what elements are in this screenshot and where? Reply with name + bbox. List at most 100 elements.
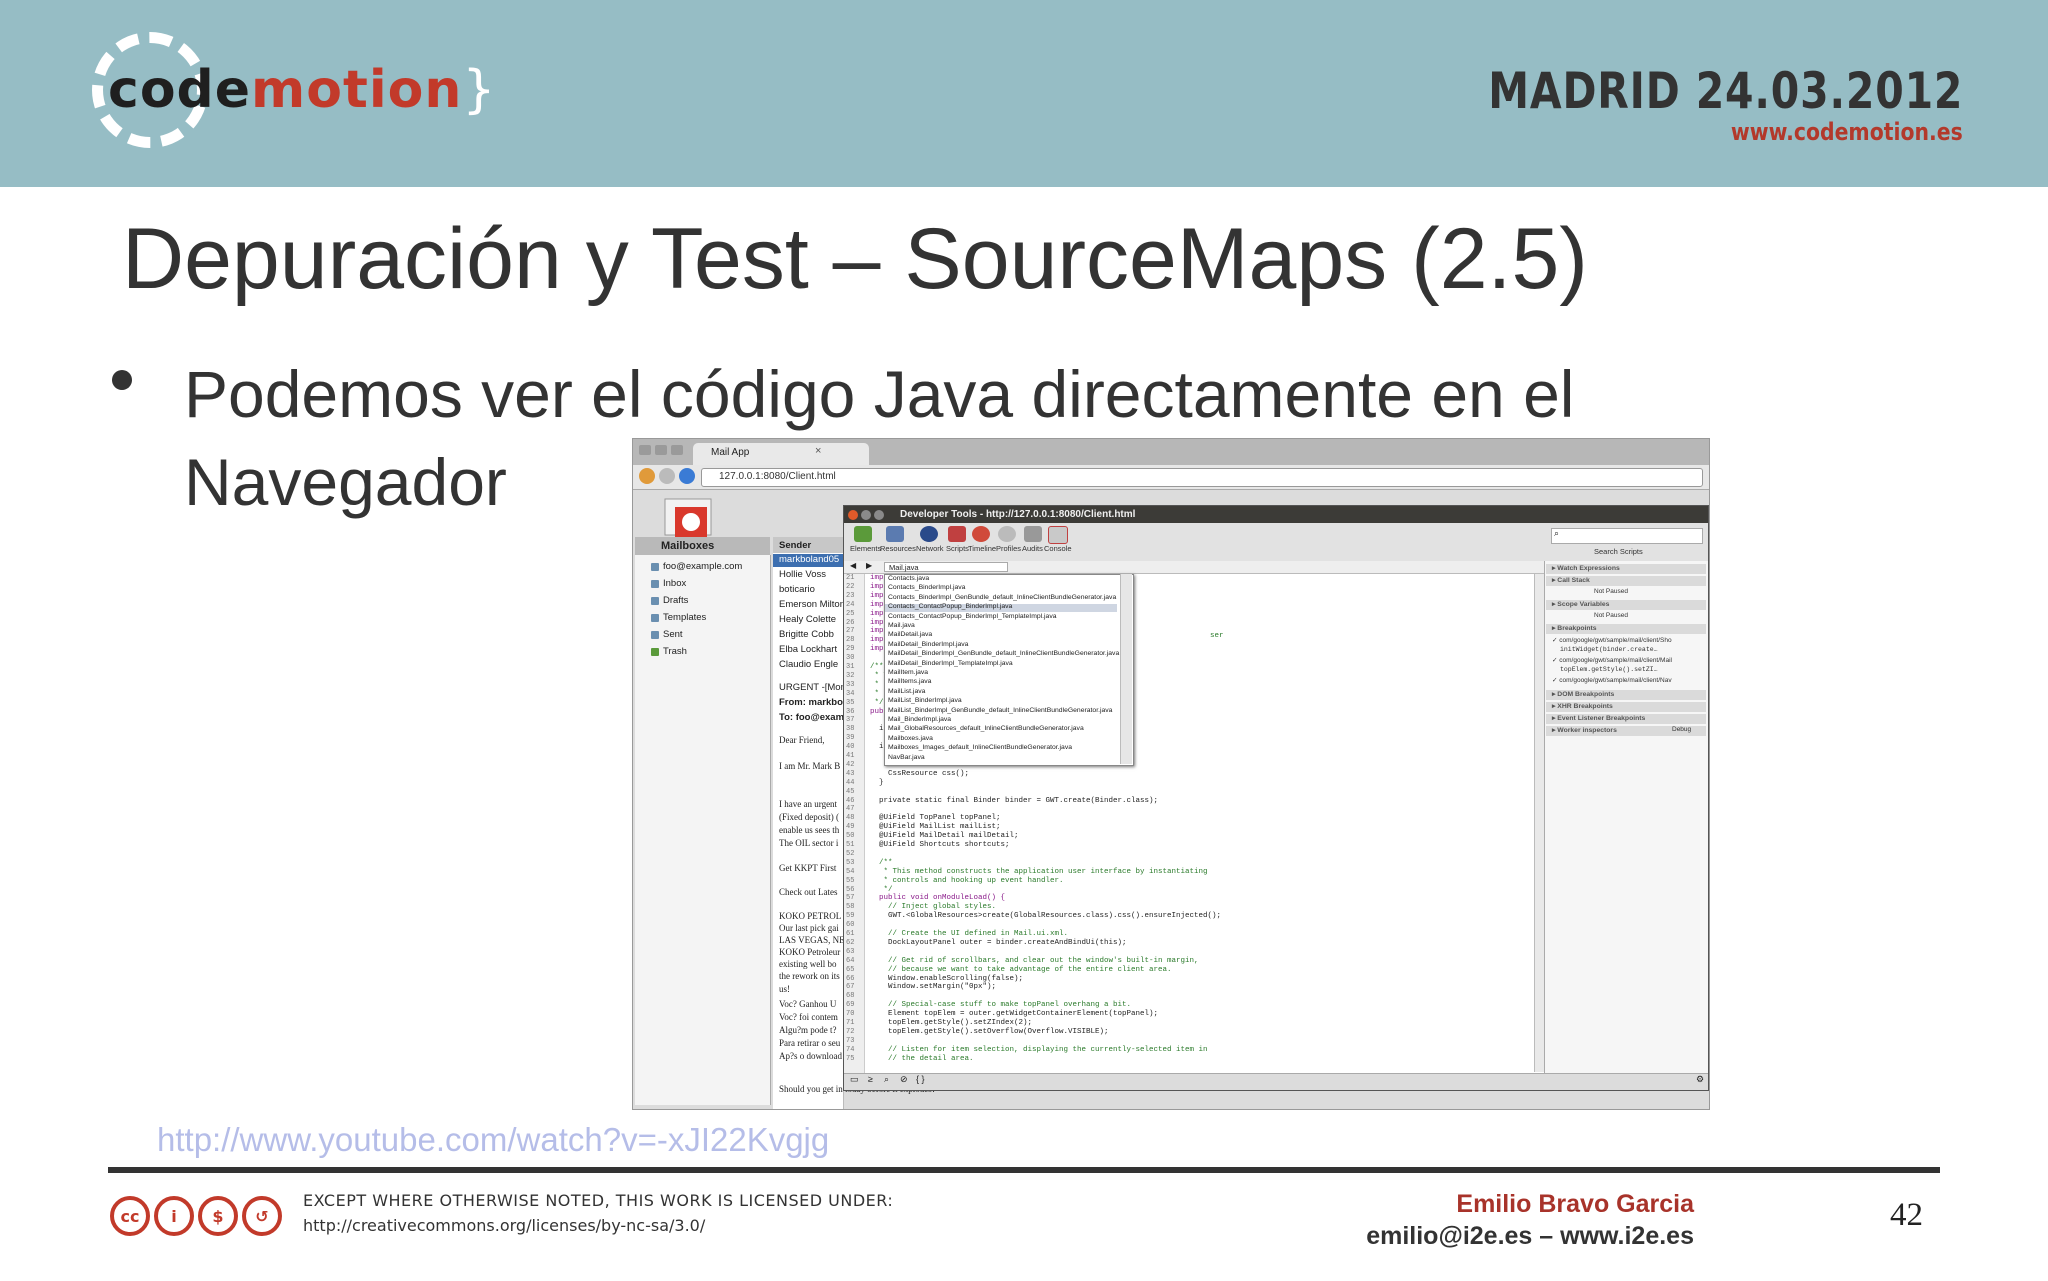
- reload-icon[interactable]: [679, 468, 695, 484]
- breakpoint-entry[interactable]: ✓ com/google/gwt/sample/mail/client/Nav: [1552, 676, 1672, 684]
- file-dropdown-item[interactable]: NavBar.java: [888, 754, 925, 761]
- mailbox-inbox[interactable]: Inbox: [663, 578, 686, 589]
- mailbox-drafts[interactable]: Drafts: [663, 595, 688, 606]
- breakpoint-entry[interactable]: topElem.getStyle().setZI…: [1560, 666, 1658, 673]
- window-close-icon[interactable]: [639, 445, 651, 455]
- file-dropdown-item[interactable]: Mail_GlobalResources_default_InlineClien…: [888, 725, 1084, 732]
- line-number: 44: [846, 778, 855, 787]
- file-dropdown-scrollbar[interactable]: [1120, 574, 1132, 764]
- file-dropdown-item[interactable]: MailList.java: [888, 688, 925, 695]
- settings-gear-icon[interactable]: ⚙: [1696, 1074, 1704, 1085]
- video-link[interactable]: http://www.youtube.com/watch?v=-xJI22Kvg…: [157, 1121, 829, 1159]
- mailbox-templates[interactable]: Templates: [663, 612, 706, 623]
- back-icon[interactable]: [639, 468, 655, 484]
- line-number: 74: [846, 1045, 855, 1054]
- breakpoint-entry[interactable]: ✓ com/google/gwt/sample/mail/client/Mail: [1552, 656, 1672, 664]
- file-dropdown-item[interactable]: MailDetail_BinderImpl.java: [888, 641, 968, 648]
- nav-back-icon[interactable]: ◀: [850, 561, 856, 570]
- debugger-section-header[interactable]: ▸ DOM Breakpoints: [1546, 690, 1706, 700]
- line-number: 54: [846, 867, 855, 876]
- debugger-section-header[interactable]: ▸ Watch Expressions: [1546, 564, 1706, 574]
- console-toggle-icon[interactable]: ≥: [868, 1074, 873, 1084]
- sender-row[interactable]: boticario: [779, 584, 815, 595]
- sender-row[interactable]: Emerson Milton: [779, 599, 845, 610]
- breakpoint-entry[interactable]: initWidget(binder.create…: [1560, 646, 1658, 653]
- scripts-icon[interactable]: [948, 526, 966, 542]
- file-dropdown-item[interactable]: Contacts_ContactPopup_BinderImpl_Templat…: [888, 613, 1057, 620]
- panel-tab-audits[interactable]: Audits: [1022, 544, 1043, 553]
- mailbox-account[interactable]: foo@example.com: [663, 561, 742, 572]
- license-url[interactable]: http://creativecommons.org/licenses/by-n…: [303, 1216, 705, 1235]
- file-dropdown-item[interactable]: Mailboxes.java: [888, 735, 933, 742]
- file-dropdown-item[interactable]: MailList_BinderImpl.java: [888, 697, 962, 704]
- debugger-section-header[interactable]: ▸ Scope Variables: [1546, 600, 1706, 610]
- search-scripts-input[interactable]: [1551, 528, 1703, 544]
- message-line: KOKO PETROL: [779, 911, 842, 921]
- sender-row[interactable]: Brigitte Cobb: [779, 629, 834, 640]
- forward-icon[interactable]: [659, 468, 675, 484]
- breakpoint-entry[interactable]: ✓ com/google/gwt/sample/mail/client/Sho: [1552, 636, 1672, 644]
- file-dropdown-item[interactable]: MailDetail_BinderImpl_TemplateImpl.java: [888, 660, 1013, 667]
- panel-tab-elements[interactable]: Elements: [850, 544, 881, 553]
- script-file-select[interactable]: Mail.java: [884, 562, 1008, 572]
- timeline-icon[interactable]: [972, 526, 990, 542]
- panel-tab-resources[interactable]: Resources: [880, 544, 916, 553]
- file-dropdown-item[interactable]: MailDetail_BinderImpl_GenBundle_default_…: [888, 650, 1119, 657]
- sa-icon: ↺: [242, 1196, 282, 1236]
- search-scripts-label: Search Scripts: [1594, 547, 1643, 556]
- devtools-maximize-icon[interactable]: [874, 510, 884, 520]
- panel-tab-timeline[interactable]: Timeline: [968, 544, 996, 553]
- elements-icon[interactable]: [854, 526, 872, 542]
- devtools-close-icon[interactable]: [848, 510, 858, 520]
- console-icon[interactable]: [1048, 526, 1068, 544]
- tab-close-icon[interactable]: ×: [815, 445, 821, 457]
- message-line: existing well bo: [779, 959, 837, 969]
- network-icon[interactable]: [920, 526, 938, 542]
- search-icon[interactable]: ⌕: [884, 1074, 889, 1085]
- message-line: Get KKPT First: [779, 863, 837, 873]
- sender-column-header[interactable]: Sender: [773, 537, 843, 553]
- file-dropdown-item[interactable]: MailItems.java: [888, 678, 931, 685]
- nav-forward-icon[interactable]: ▶: [866, 561, 872, 570]
- debugger-section-header[interactable]: ▸ XHR Breakpoints: [1546, 702, 1706, 712]
- line-number: 57: [846, 894, 855, 903]
- pretty-print-icon[interactable]: { }: [916, 1074, 925, 1084]
- sender-row[interactable]: Elba Lockhart: [779, 644, 837, 655]
- panel-tab-network[interactable]: Network: [916, 544, 944, 553]
- file-dropdown-item[interactable]: MailItem.java: [888, 669, 928, 676]
- message-line: Algu?m pode t?: [779, 1025, 837, 1035]
- devtools-minimize-icon[interactable]: [861, 510, 871, 520]
- window-minimize-icon[interactable]: [655, 445, 667, 455]
- pause-on-exceptions-icon[interactable]: ⊘: [900, 1074, 908, 1085]
- sender-row[interactable]: Hollie Voss: [779, 569, 826, 580]
- sender-row[interactable]: Healy Colette: [779, 614, 836, 625]
- file-dropdown-item[interactable]: MailDetail.java: [888, 631, 932, 638]
- dock-icon[interactable]: ▭: [850, 1074, 859, 1085]
- sender-row[interactable]: Claudio Engle: [779, 659, 838, 670]
- panel-tab-console[interactable]: Console: [1044, 544, 1072, 553]
- debugger-section-header[interactable]: ▸ Call Stack: [1546, 576, 1706, 586]
- panel-tab-scripts[interactable]: Scripts: [946, 544, 969, 553]
- audits-icon[interactable]: [1024, 526, 1042, 542]
- file-dropdown-item[interactable]: Mailboxes_Images_default_InlineClientBun…: [888, 744, 1072, 751]
- file-dropdown-item[interactable]: MailList_BinderImpl_GenBundle_default_In…: [888, 707, 1112, 714]
- resources-icon[interactable]: [886, 526, 904, 542]
- file-dropdown-item[interactable]: Contacts_BinderImpl.java: [888, 584, 965, 591]
- file-dropdown-item[interactable]: Contacts_BinderImpl_GenBundle_default_In…: [888, 594, 1116, 601]
- file-dropdown-item[interactable]: Contacts.java: [888, 575, 929, 582]
- mailbox-sent[interactable]: Sent: [663, 629, 683, 640]
- panel-tab-profiles[interactable]: Profiles: [996, 544, 1021, 553]
- file-dropdown-item[interactable]: Contacts_ContactPopup_BinderImpl.java: [888, 603, 1012, 610]
- file-dropdown-item[interactable]: Mail.java: [888, 622, 915, 629]
- file-dropdown-item[interactable]: Mail_BinderImpl.java: [888, 716, 951, 723]
- message-from: From: markbola: [779, 697, 851, 708]
- debugger-section-header[interactable]: ▸ Event Listener Breakpoints: [1546, 714, 1706, 724]
- line-number: 21: [846, 574, 855, 582]
- line-number: 66: [846, 974, 855, 983]
- debugger-section-header[interactable]: ▸ Breakpoints: [1546, 624, 1706, 634]
- sender-row[interactable]: markboland05: [779, 554, 839, 565]
- window-maximize-icon[interactable]: [671, 445, 683, 455]
- mailbox-trash[interactable]: Trash: [663, 646, 687, 657]
- address-bar[interactable]: [701, 468, 1703, 487]
- profiles-icon[interactable]: [998, 526, 1016, 542]
